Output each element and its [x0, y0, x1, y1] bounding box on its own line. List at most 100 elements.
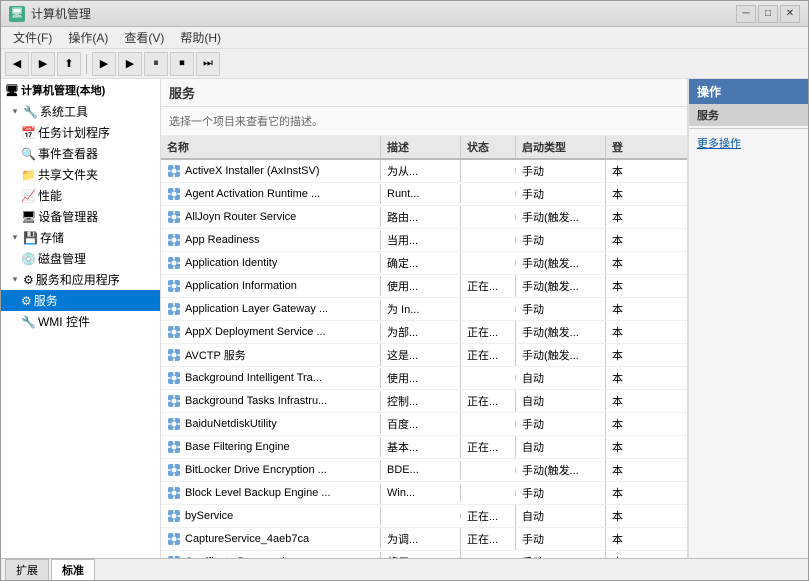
- table-row[interactable]: AVCTP 服务这是...正在...手动(触发...本: [161, 344, 687, 367]
- toolbar-pause[interactable]: ⏸: [144, 52, 168, 76]
- tab-extended[interactable]: 扩展: [5, 559, 49, 580]
- tree-storage[interactable]: ▾ 💾 存储: [1, 227, 160, 248]
- service-logon: 本: [606, 160, 636, 182]
- tree-root[interactable]: 🖥 计算机管理(本地): [1, 79, 160, 101]
- service-logon: 本: [606, 482, 636, 504]
- more-actions-button[interactable]: 更多操作: [689, 131, 808, 155]
- service-startup: 手动(触发...: [516, 275, 606, 297]
- tree-item-label: 任务计划程序: [38, 124, 110, 141]
- left-panel: 🖥 计算机管理(本地) ▾ 🔧 系统工具 📅 任务计划程序 🔍 事件查看器 📁 …: [1, 79, 161, 558]
- toolbar-back[interactable]: ◀: [5, 52, 29, 76]
- menu-item-v[interactable]: 查看(V): [116, 27, 172, 48]
- service-icon: [167, 486, 181, 500]
- table-row[interactable]: Background Tasks Infrastru...控制...正在...自…: [161, 390, 687, 413]
- tree-shared-folder[interactable]: 📁 共享文件夹: [1, 164, 160, 185]
- table-row[interactable]: Base Filtering Engine基本...正在...自动本: [161, 436, 687, 459]
- service-desc: 为部...: [381, 321, 461, 343]
- col-header-name: 名称: [161, 136, 381, 158]
- toolbar-stop[interactable]: ⏹: [170, 52, 194, 76]
- service-desc: 路由...: [381, 206, 461, 228]
- service-desc: 使用...: [381, 367, 461, 389]
- col-header-desc: 描述: [381, 136, 461, 158]
- table-row[interactable]: AppX Deployment Service ...为部...正在...手动(…: [161, 321, 687, 344]
- service-logon: 本: [606, 459, 636, 481]
- service-status: 正在...: [461, 275, 516, 297]
- tab-standard[interactable]: 标准: [51, 559, 95, 580]
- table-row[interactable]: Application Information 使用...正在...手动(触发..…: [161, 275, 687, 298]
- service-startup: 手动(触发...: [516, 459, 606, 481]
- tree-item-label: 系统工具: [40, 103, 88, 120]
- service-status: [461, 214, 516, 220]
- table-row[interactable]: App Readiness当用...手动本: [161, 229, 687, 252]
- table-row[interactable]: Certificate Propagation将用...手动本: [161, 551, 687, 558]
- tree-services-apps[interactable]: ▾ ⚙ 服务和应用程序: [1, 269, 160, 290]
- service-icon: [167, 532, 181, 546]
- service-desc: Runt...: [381, 185, 461, 203]
- service-desc: 这是...: [381, 344, 461, 366]
- tree-task-scheduler[interactable]: 📅 任务计划程序: [1, 122, 160, 143]
- right-panel: 操作 服务 更多操作: [688, 79, 808, 558]
- service-desc: 使用...: [381, 275, 461, 297]
- tree-disk-management[interactable]: 💿 磁盘管理: [1, 248, 160, 269]
- service-name: byService: [185, 510, 233, 522]
- service-name: Application Identity: [185, 257, 277, 269]
- service-startup: 手动(触发...: [516, 252, 606, 274]
- menu-item-f[interactable]: 文件(F): [5, 27, 60, 48]
- table-row[interactable]: byService正在...自动本: [161, 505, 687, 528]
- services-icon: ⚙: [21, 294, 32, 308]
- tool-icon: 🔧: [23, 105, 38, 119]
- table-row[interactable]: Agent Activation Runtime ...Runt...手动本: [161, 183, 687, 206]
- service-desc: 确定...: [381, 252, 461, 274]
- service-status: [461, 168, 516, 174]
- table-row[interactable]: AllJoyn Router Service路由...手动(触发...本: [161, 206, 687, 229]
- service-name: Application Information: [185, 280, 297, 292]
- service-desc: 为 In...: [381, 298, 461, 320]
- service-status: [461, 191, 516, 197]
- expand-icon: ▾: [9, 232, 21, 243]
- tree-device-manager[interactable]: 🖥 设备管理器: [1, 206, 160, 227]
- maximize-button[interactable]: □: [758, 5, 778, 23]
- service-logon: 本: [606, 344, 636, 366]
- service-icon: [167, 325, 181, 339]
- table-row[interactable]: BitLocker Drive Encryption ...BDE...手动(触…: [161, 459, 687, 482]
- services-description: 选择一个项目来查看它的描述。: [161, 107, 687, 136]
- wmi-icon: 🔧: [21, 315, 36, 329]
- toolbar-play[interactable]: ▶: [92, 52, 116, 76]
- expand-icon: ▾: [9, 274, 21, 285]
- tree-performance[interactable]: 📈 性能: [1, 185, 160, 206]
- table-row[interactable]: Application Identity确定...手动(触发...本: [161, 252, 687, 275]
- toolbar-play2[interactable]: ▶: [118, 52, 142, 76]
- service-logon: 本: [606, 505, 636, 527]
- service-desc: 百度...: [381, 413, 461, 435]
- table-row[interactable]: Block Level Backup Engine ...Win...手动本: [161, 482, 687, 505]
- table-row[interactable]: ActiveX Installer (AxInstSV)为从...手动本: [161, 160, 687, 183]
- service-logon: 本: [606, 551, 636, 558]
- table-row[interactable]: BaiduNetdiskUtility百度...手动本: [161, 413, 687, 436]
- task-icon: 📅: [21, 126, 36, 140]
- actions-separator: [689, 128, 808, 129]
- service-icon: [167, 348, 181, 362]
- service-status: 正在...: [461, 321, 516, 343]
- menu-item-a[interactable]: 操作(A): [60, 27, 116, 48]
- service-icon: [167, 256, 181, 270]
- menu-item-h[interactable]: 帮助(H): [172, 27, 229, 48]
- table-row[interactable]: Application Layer Gateway ...为 In...手动本: [161, 298, 687, 321]
- toolbar-forward[interactable]: ▶: [31, 52, 55, 76]
- table-row[interactable]: CaptureService_4aeb7ca为调...正在...手动本: [161, 528, 687, 551]
- close-button[interactable]: ✕: [780, 5, 800, 23]
- toolbar-up[interactable]: ⬆: [57, 52, 81, 76]
- minimize-button[interactable]: ─: [736, 5, 756, 23]
- tree-wmi[interactable]: 🔧 WMI 控件: [1, 311, 160, 332]
- service-name: Background Tasks Infrastru...: [185, 395, 327, 407]
- tree-event-viewer[interactable]: 🔍 事件查看器: [1, 143, 160, 164]
- toolbar-end[interactable]: ⏭: [196, 52, 220, 76]
- app-icon: 🖥: [9, 6, 25, 22]
- actions-sub-header: 服务: [689, 104, 808, 126]
- tree-system-tools[interactable]: ▾ 🔧 系统工具: [1, 101, 160, 122]
- table-row[interactable]: Background Intelligent Tra...使用...自动本: [161, 367, 687, 390]
- service-name: App Readiness: [185, 234, 260, 246]
- service-logon: 本: [606, 367, 636, 389]
- tree-services[interactable]: ⚙ 服务: [1, 290, 160, 311]
- perf-icon: 📈: [21, 189, 36, 203]
- tree-item-label: 设备管理器: [38, 208, 98, 225]
